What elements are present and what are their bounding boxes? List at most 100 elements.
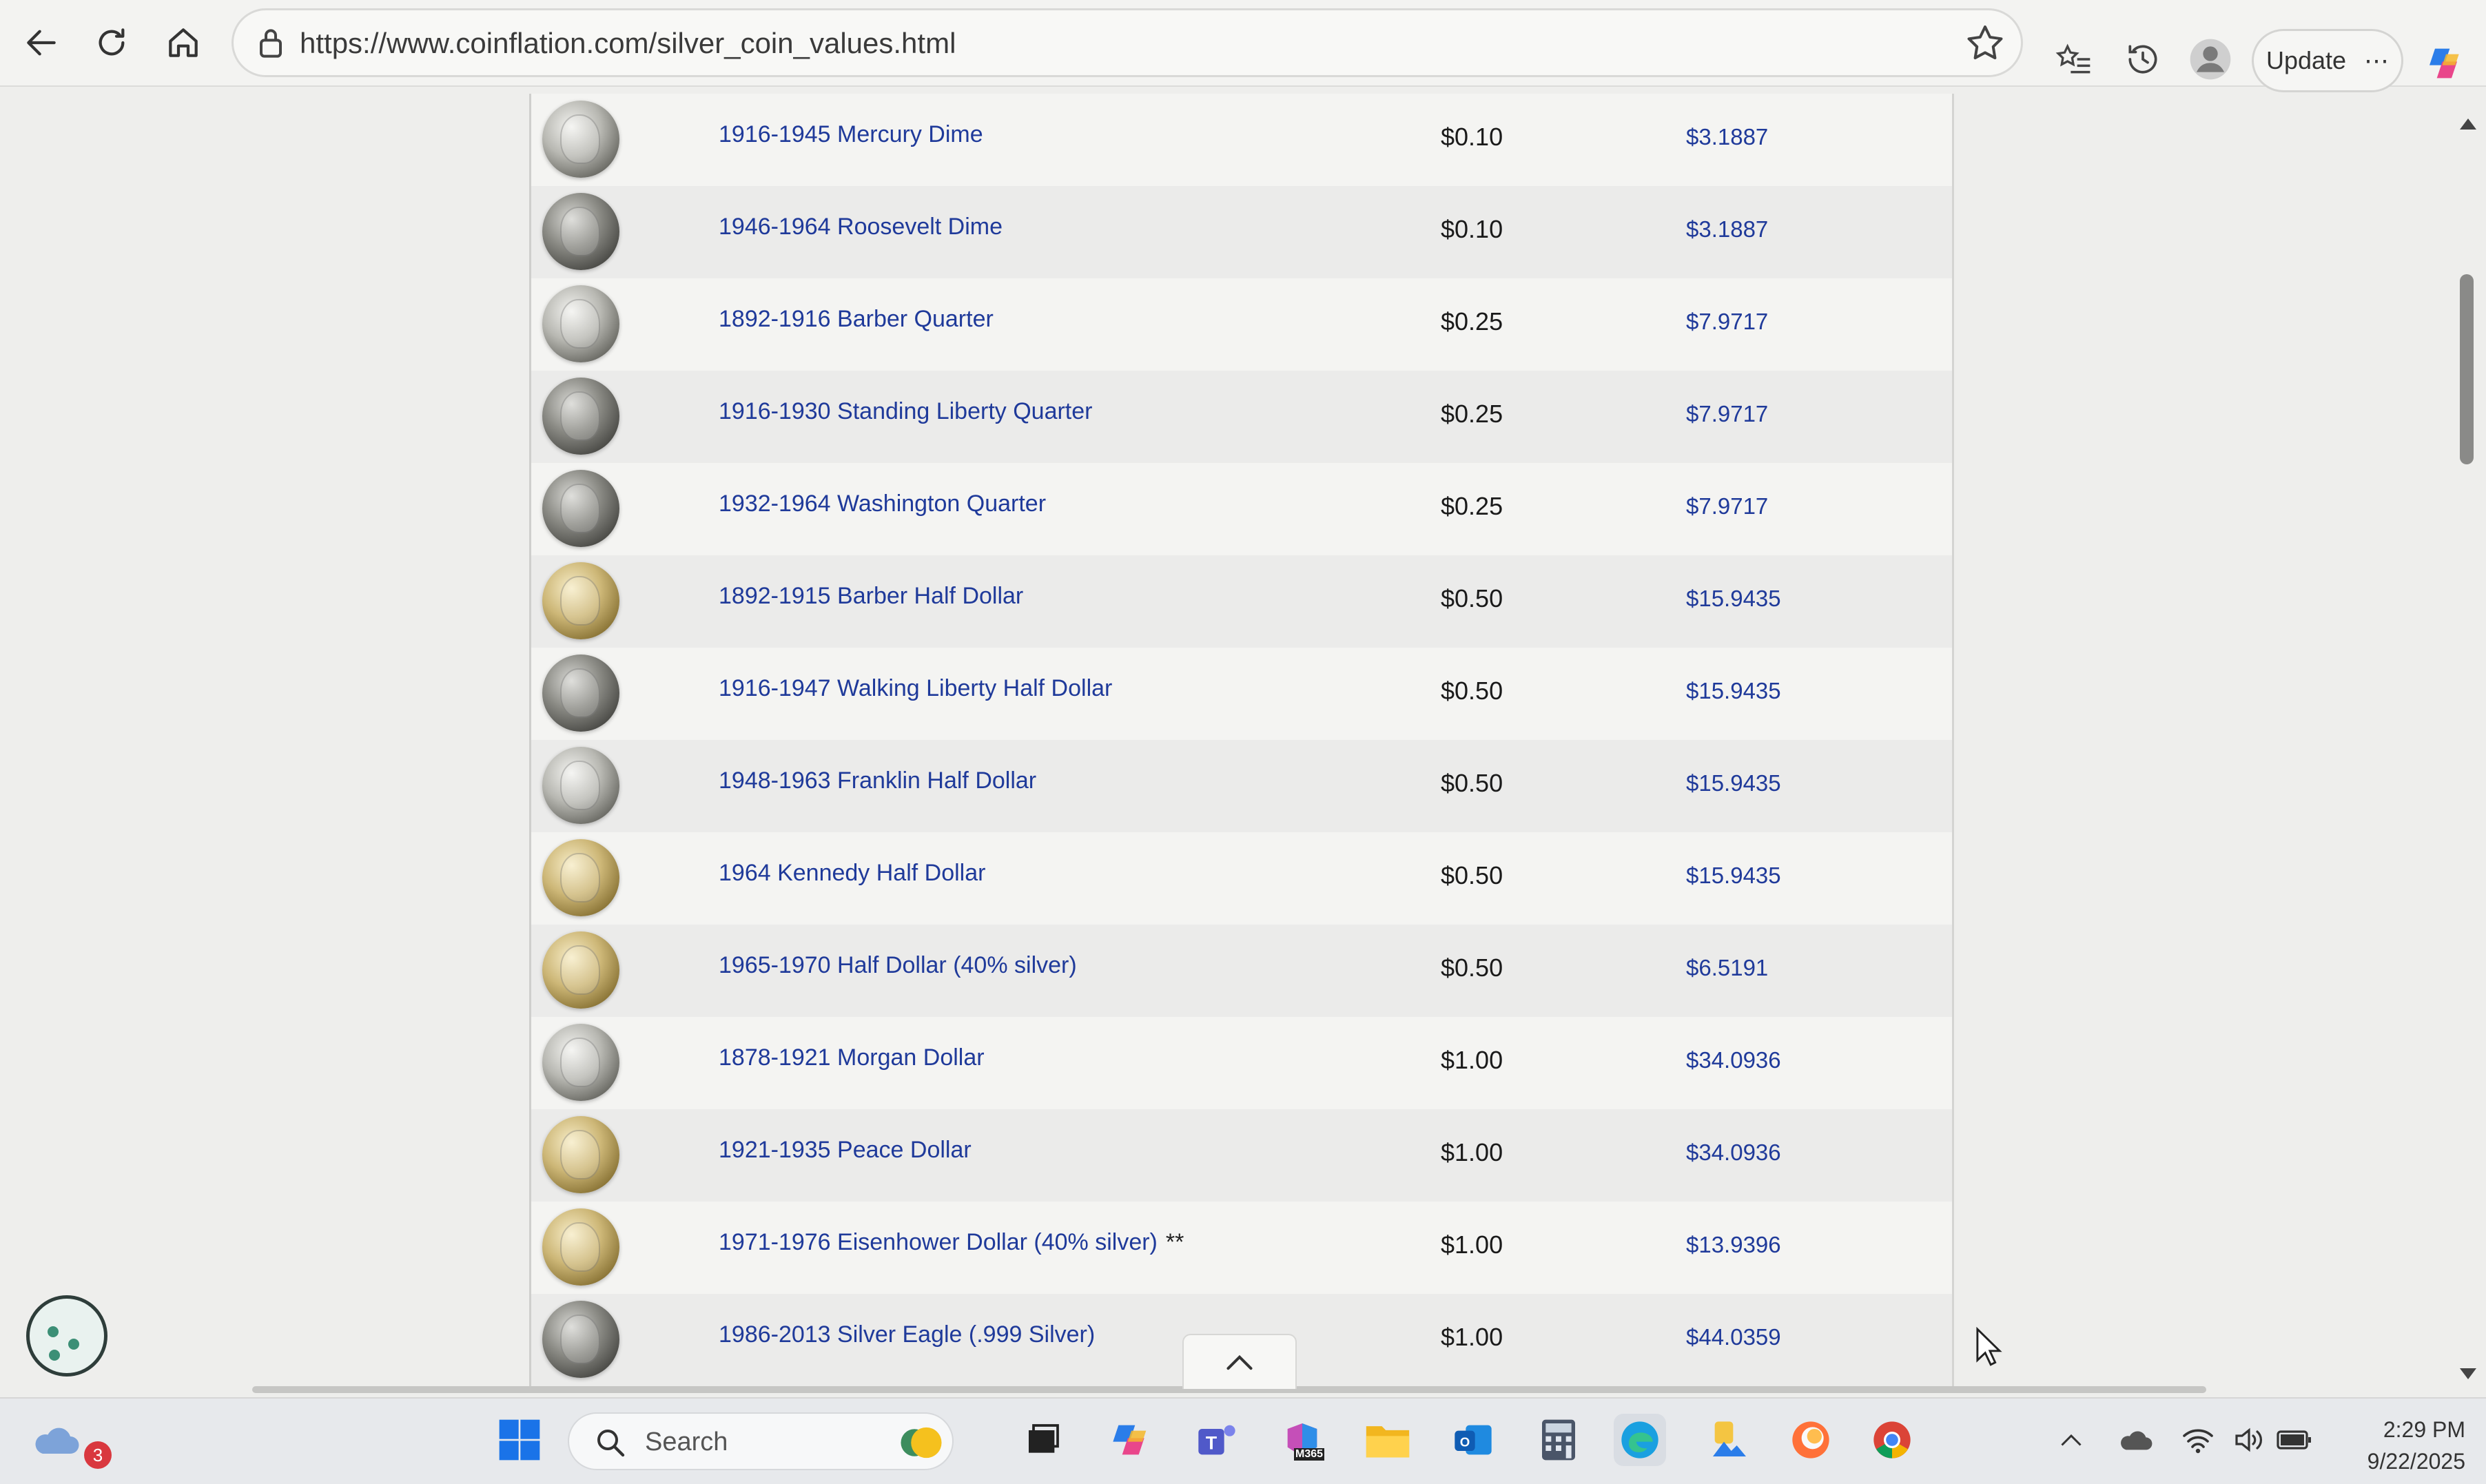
coin-name-link[interactable]: 1916-1945 Mercury Dime <box>719 121 983 148</box>
coin-name[interactable]: 1878-1921 Morgan Dollar <box>719 1044 985 1071</box>
coin-image[interactable] <box>542 378 619 455</box>
calculator-button[interactable] <box>1532 1414 1585 1466</box>
melt-value-link[interactable]: $15.9435 <box>1686 586 1781 612</box>
address-bar[interactable]: https://www.coinflation.com/silver_coin_… <box>232 8 2023 77</box>
coin-name-link[interactable]: 1921-1935 Peace Dollar <box>719 1137 972 1164</box>
coin-name-link[interactable]: 1965-1970 Half Dollar (40% silver) <box>719 952 1077 979</box>
system-clock[interactable]: 2:29 PM 9/22/2025 <box>2314 1414 2465 1477</box>
coin-name[interactable]: 1892-1916 Barber Quarter <box>719 306 994 332</box>
melt-value-link[interactable]: $13.9396 <box>1686 1232 1781 1258</box>
favorites-list-icon <box>2055 43 2090 74</box>
coin-name-link[interactable]: 1916-1930 Standing Liberty Quarter <box>719 398 1092 425</box>
m365-button[interactable]: M365 <box>1276 1414 1328 1466</box>
reload-button[interactable] <box>84 15 139 70</box>
coin-name[interactable]: 1965-1970 Half Dollar (40% silver) <box>719 952 1077 978</box>
coin-image[interactable] <box>542 1024 619 1101</box>
photos-button[interactable] <box>1703 1414 1756 1466</box>
melt-value-link[interactable]: $15.9435 <box>1686 770 1781 796</box>
coin-name-link[interactable]: 1892-1915 Barber Half Dollar <box>719 583 1023 610</box>
update-label: Update <box>2266 46 2347 74</box>
coin-image[interactable] <box>542 285 619 362</box>
file-explorer-button[interactable] <box>1362 1414 1414 1466</box>
start-button[interactable] <box>493 1414 546 1466</box>
scroll-up-icon[interactable] <box>2460 118 2476 130</box>
copilot-taskbar-button[interactable] <box>1105 1414 1158 1466</box>
show-hidden-icons-button[interactable] <box>2051 1414 2092 1466</box>
edge-taskbar-button[interactable] <box>1614 1414 1666 1466</box>
coin-image[interactable] <box>542 839 619 916</box>
lock-icon[interactable] <box>251 24 290 63</box>
coin-name-link[interactable]: 1932-1964 Washington Quarter <box>719 491 1046 517</box>
coin-image[interactable] <box>542 1301 619 1378</box>
back-to-top-button[interactable] <box>1182 1334 1297 1389</box>
cookie-settings-button[interactable] <box>26 1295 107 1377</box>
wifi-button[interactable] <box>2177 1414 2219 1466</box>
vertical-scrollbar[interactable] <box>2449 87 2486 1396</box>
coin-image[interactable] <box>542 101 619 178</box>
coin-name[interactable]: 1932-1964 Washington Quarter <box>719 491 1046 517</box>
weather-widget[interactable]: 3 <box>30 1414 112 1469</box>
coin-name-link[interactable]: 1971-1976 Eisenhower Dollar (40% silver)… <box>719 1229 1184 1256</box>
coin-name-link[interactable]: 1986-2013 Silver Eagle (.999 Silver) <box>719 1321 1095 1348</box>
favorites-button[interactable] <box>2046 32 2102 87</box>
coin-name[interactable]: 1921-1935 Peace Dollar <box>719 1137 972 1163</box>
coin-name[interactable]: 1916-1930 Standing Liberty Quarter <box>719 398 1092 424</box>
coin-name[interactable]: 1964 Kennedy Half Dollar <box>719 860 985 886</box>
coin-image[interactable] <box>542 470 619 547</box>
coin-name[interactable]: 1971-1976 Eisenhower Dollar (40% silver) <box>719 1229 1158 1255</box>
more-options-icon[interactable]: ⋯ <box>2364 46 2389 75</box>
coin-name[interactable]: 1986-2013 Silver Eagle (.999 Silver) <box>719 1321 1095 1348</box>
coin-name-link[interactable]: 1878-1921 Morgan Dollar <box>719 1044 985 1071</box>
outlook-button[interactable]: O <box>1447 1414 1499 1466</box>
onedrive-button[interactable] <box>2115 1414 2157 1466</box>
melt-value-link[interactable]: $3.1887 <box>1686 216 1768 243</box>
coin-image[interactable] <box>542 747 619 824</box>
coin-name-link[interactable]: 1892-1916 Barber Quarter <box>719 306 994 333</box>
coin-name-link[interactable]: 1964 Kennedy Half Dollar <box>719 860 985 887</box>
back-button[interactable] <box>14 15 69 70</box>
scrollbar-thumb[interactable] <box>2460 274 2474 464</box>
coin-name[interactable]: 1916-1945 Mercury Dime <box>719 121 983 147</box>
melt-value-link[interactable]: $15.9435 <box>1686 678 1781 704</box>
home-button[interactable] <box>156 15 211 70</box>
profile-button[interactable] <box>2183 32 2238 87</box>
face-value: $0.50 <box>1441 677 1503 705</box>
coin-name[interactable]: 1916-1947 Walking Liberty Half Dollar <box>719 675 1112 701</box>
coin-image[interactable] <box>542 655 619 732</box>
melt-value-link[interactable]: $15.9435 <box>1686 863 1781 889</box>
coin-image[interactable] <box>542 1208 619 1286</box>
melt-value-link[interactable]: $34.0936 <box>1686 1140 1781 1166</box>
melt-value-link[interactable]: $34.0936 <box>1686 1047 1781 1073</box>
melt-value-link[interactable]: $3.1887 <box>1686 124 1768 150</box>
melt-value-link[interactable]: $7.9717 <box>1686 401 1768 427</box>
volume-button[interactable] <box>2228 1414 2270 1466</box>
coin-image[interactable] <box>542 193 619 270</box>
favorite-star-icon[interactable] <box>1963 21 2007 65</box>
coin-name[interactable]: 1892-1915 Barber Half Dollar <box>719 583 1023 609</box>
teams-button[interactable]: T <box>1191 1414 1243 1466</box>
coin-image[interactable] <box>542 1116 619 1193</box>
firefox-button[interactable] <box>1785 1414 1837 1466</box>
search-icon <box>597 1430 625 1457</box>
coin-name-link[interactable]: 1946-1964 Roosevelt Dime <box>719 214 1003 240</box>
update-button[interactable]: Update ⋯ <box>2252 29 2403 92</box>
melt-value-link[interactable]: $6.5191 <box>1686 955 1768 981</box>
task-view-button[interactable] <box>1017 1414 1069 1466</box>
chrome-button[interactable] <box>1866 1414 1918 1466</box>
taskbar-search[interactable]: Search <box>568 1412 954 1470</box>
home-icon <box>169 28 198 57</box>
scroll-down-icon[interactable] <box>2460 1368 2476 1379</box>
melt-value-link[interactable]: $7.9717 <box>1686 493 1768 519</box>
coin-name[interactable]: 1946-1964 Roosevelt Dime <box>719 214 1003 240</box>
url-text[interactable]: https://www.coinflation.com/silver_coin_… <box>300 27 956 60</box>
coin-name[interactable]: 1948-1963 Franklin Half Dollar <box>719 767 1036 794</box>
melt-value-link[interactable]: $7.9717 <box>1686 309 1768 335</box>
battery-button[interactable] <box>2274 1414 2315 1466</box>
history-button[interactable] <box>2115 32 2170 87</box>
coin-name-link[interactable]: 1948-1963 Franklin Half Dollar <box>719 767 1036 794</box>
copilot-button[interactable] <box>2417 34 2475 92</box>
melt-value-link[interactable]: $44.0359 <box>1686 1324 1781 1350</box>
coin-image[interactable] <box>542 562 619 639</box>
coin-image[interactable] <box>542 931 619 1009</box>
coin-name-link[interactable]: 1916-1947 Walking Liberty Half Dollar <box>719 675 1112 702</box>
